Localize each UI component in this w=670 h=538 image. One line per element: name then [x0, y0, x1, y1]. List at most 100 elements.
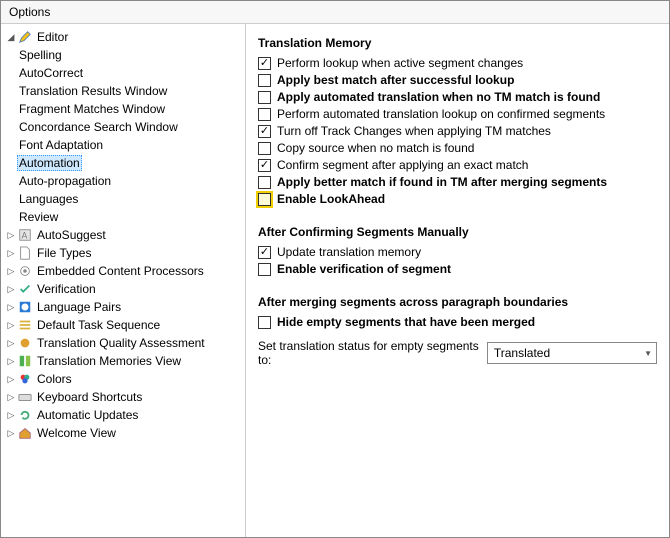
expand-icon[interactable]: ▷ [5, 338, 17, 349]
opt-update-tm[interactable]: Update translation memory [258, 245, 657, 259]
tree-label: Embedded Content Processors [35, 264, 206, 278]
expand-icon[interactable]: ▷ [5, 374, 17, 385]
checkbox-label: Update translation memory [277, 245, 421, 259]
opt-apply-best-match[interactable]: Apply best match after successful lookup [258, 73, 657, 87]
tree-item-welcome-view[interactable]: ▷ Welcome View [5, 424, 245, 442]
opt-enable-lookahead[interactable]: Enable LookAhead [258, 192, 657, 206]
tree-item-translation-results-window[interactable]: ▪Translation Results Window [5, 82, 245, 100]
collapse-icon[interactable]: ◢ [5, 32, 17, 43]
tree-label: Verification [35, 282, 98, 296]
tree-item-autocorrect[interactable]: ▪AutoCorrect [5, 64, 245, 82]
tree-item-embedded-content-processors[interactable]: ▷ Embedded Content Processors [5, 262, 245, 280]
expand-icon[interactable]: ▷ [5, 302, 17, 313]
opt-enable-verification[interactable]: Enable verification of segment [258, 262, 657, 276]
tree-label: Concordance Search Window [17, 120, 180, 134]
chevron-down-icon: ▼ [644, 349, 652, 358]
tree-item-review[interactable]: ▪Review [5, 208, 245, 226]
checkbox-label: Enable verification of segment [277, 262, 451, 276]
expand-icon[interactable]: ▷ [5, 320, 17, 331]
keyboard-icon [17, 389, 33, 405]
tree-item-concordance-search-window[interactable]: ▪Concordance Search Window [5, 118, 245, 136]
tree-label: Review [17, 210, 60, 224]
expand-icon[interactable]: ▷ [5, 248, 17, 259]
checkbox[interactable] [258, 108, 271, 121]
expand-icon[interactable]: ▷ [5, 392, 17, 403]
tree-label: File Types [35, 246, 93, 260]
expand-icon[interactable]: ▷ [5, 266, 17, 277]
checkbox[interactable] [258, 142, 271, 155]
window-body: ◢ Editor ▪Spelling ▪AutoCorrect ▪Transla… [1, 24, 669, 537]
tree-item-editor[interactable]: ◢ Editor [5, 28, 245, 46]
checkbox[interactable] [258, 246, 271, 259]
opt-apply-better-match-merging[interactable]: Apply better match if found in TM after … [258, 175, 657, 189]
tree-label: Translation Results Window [17, 84, 169, 98]
tree-item-default-task-sequence[interactable]: ▷ Default Task Sequence [5, 316, 245, 334]
checkbox-label: Perform automated translation lookup on … [277, 107, 605, 121]
status-row: Set translation status for empty segment… [258, 339, 657, 367]
opt-apply-automated-translation[interactable]: Apply automated translation when no TM m… [258, 90, 657, 104]
tree-item-file-types[interactable]: ▷ File Types [5, 244, 245, 262]
svg-text:A: A [22, 231, 28, 241]
expand-icon[interactable]: ▷ [5, 284, 17, 295]
checkbox-label: Apply better match if found in TM after … [277, 175, 607, 189]
tree-item-fragment-matches-window[interactable]: ▪Fragment Matches Window [5, 100, 245, 118]
status-label: Set translation status for empty segment… [258, 339, 479, 367]
tree-label: AutoCorrect [17, 66, 85, 80]
expand-icon[interactable]: ▷ [5, 410, 17, 421]
tree-item-verification[interactable]: ▷ Verification [5, 280, 245, 298]
globe-icon [17, 299, 33, 315]
expand-icon[interactable]: ▷ [5, 356, 17, 367]
checkbox[interactable] [258, 176, 271, 189]
tree-label: Fragment Matches Window [17, 102, 167, 116]
opt-confirm-after-exact-match[interactable]: Confirm segment after applying an exact … [258, 158, 657, 172]
tree-item-automatic-updates[interactable]: ▷ Automatic Updates [5, 406, 245, 424]
tree-label: Automation [17, 155, 82, 171]
tree-label: Welcome View [35, 426, 118, 440]
tree-item-languages[interactable]: ▪Languages [5, 190, 245, 208]
tree-label: Language Pairs [35, 300, 123, 314]
refresh-icon [17, 407, 33, 423]
opt-perform-lookup[interactable]: Perform lookup when active segment chang… [258, 56, 657, 70]
options-tree: ◢ Editor ▪Spelling ▪AutoCorrect ▪Transla… [1, 24, 246, 537]
tree-item-automation[interactable]: ▪Automation [5, 154, 245, 172]
tree-item-colors[interactable]: ▷ Colors [5, 370, 245, 388]
tree-label: Colors [35, 372, 74, 386]
checkbox[interactable] [258, 193, 271, 206]
checkbox[interactable] [258, 91, 271, 104]
gear-icon [17, 263, 33, 279]
tree-label: AutoSuggest [35, 228, 108, 242]
tree-item-spelling[interactable]: ▪Spelling [5, 46, 245, 64]
palette-icon [17, 371, 33, 387]
checkbox[interactable] [258, 263, 271, 276]
checkbox[interactable] [258, 125, 271, 138]
tree-item-autosuggest[interactable]: ▷ A AutoSuggest [5, 226, 245, 244]
checkbox-label: Copy source when no match is found [277, 141, 474, 155]
checkbox[interactable] [258, 74, 271, 87]
opt-copy-source-no-match[interactable]: Copy source when no match is found [258, 141, 657, 155]
file-icon [17, 245, 33, 261]
tree-item-translation-quality-assessment[interactable]: ▷ Translation Quality Assessment [5, 334, 245, 352]
group-title-tm: Translation Memory [258, 36, 657, 50]
tree-item-auto-propagation[interactable]: ▪Auto-propagation [5, 172, 245, 190]
group-title-after-merging: After merging segments across paragraph … [258, 295, 657, 309]
checkbox[interactable] [258, 57, 271, 70]
expand-icon[interactable]: ▷ [5, 428, 17, 439]
opt-perform-automated-lookup-confirmed[interactable]: Perform automated translation lookup on … [258, 107, 657, 121]
pencil-icon [17, 29, 33, 45]
checkbox[interactable] [258, 159, 271, 172]
tree-item-keyboard-shortcuts[interactable]: ▷ Keyboard Shortcuts [5, 388, 245, 406]
list-icon [17, 317, 33, 333]
opt-turn-off-track-changes[interactable]: Turn off Track Changes when applying TM … [258, 124, 657, 138]
expand-icon[interactable]: ▷ [5, 230, 17, 241]
tree-label: Automatic Updates [35, 408, 140, 422]
checkbox-label: Perform lookup when active segment chang… [277, 56, 523, 70]
tree-item-language-pairs[interactable]: ▷ Language Pairs [5, 298, 245, 316]
home-icon [17, 425, 33, 441]
tree-item-font-adaptation[interactable]: ▪Font Adaptation [5, 136, 245, 154]
checkbox-label: Apply automated translation when no TM m… [277, 90, 600, 104]
opt-hide-empty-merged[interactable]: Hide empty segments that have been merge… [258, 315, 657, 329]
tree-item-translation-memories-view[interactable]: ▷ Translation Memories View [5, 352, 245, 370]
autosuggest-icon: A [17, 227, 33, 243]
checkbox[interactable] [258, 316, 271, 329]
status-select[interactable]: Translated ▼ [487, 342, 657, 364]
